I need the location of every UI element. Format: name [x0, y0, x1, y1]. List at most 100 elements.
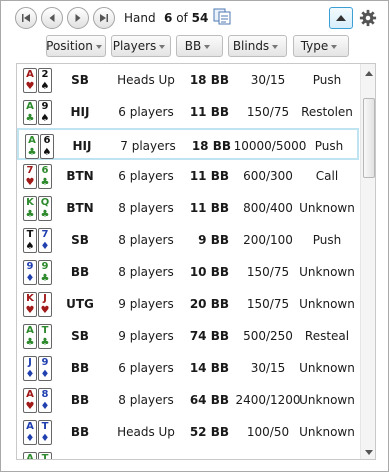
hand-row[interactable]: K ♣ Q ♣ BTN 8 players 11 BB 800/400 Unknown: [17, 192, 359, 224]
hand-stack-bb: 74 BB: [189, 329, 229, 343]
hand-position: BTN: [66, 169, 94, 183]
card-rank: K: [26, 197, 34, 208]
hand-type: Unknown: [299, 425, 355, 439]
card-suit-icon: ♥: [25, 81, 35, 92]
card-suit-icon: ♠: [42, 147, 52, 158]
card-suit-icon: ♣: [40, 337, 50, 348]
card-rank: Q: [40, 197, 50, 208]
playing-card: 9 ♠: [38, 100, 52, 125]
hole-cards: A♣T♣: [23, 452, 52, 460]
card-suit-icon: ♥: [40, 305, 50, 316]
hand-browser-window: Hand 6 of 54 Position Players BB Blinds …: [0, 0, 389, 472]
blinds-filter-dropdown[interactable]: Blinds: [228, 35, 287, 57]
hand-type: Unknown: [299, 265, 355, 279]
hole-cards: K ♥ J ♥: [23, 292, 52, 317]
card-suit-icon: ♠: [25, 241, 35, 252]
hand-row[interactable]: T ♠ 7 ♦ SB 8 players 9 BB 200/100 Push: [17, 224, 359, 256]
hand-row[interactable]: K ♥ J ♥ UTG 9 players 20 BB 150/75 Unknown: [17, 288, 359, 320]
card-rank: 7: [26, 165, 34, 176]
card-suit-icon: ♥: [25, 401, 35, 412]
position-filter-label: Position: [46, 39, 93, 53]
hand-row[interactable]: 7 ♥ 6 ♣ BTN 6 players 11 BB 600/300 Call: [17, 160, 359, 192]
card-rank: J: [28, 357, 32, 368]
hole-cards: 7 ♥ 6 ♣: [23, 164, 52, 189]
playing-card: A ♥: [23, 68, 37, 93]
playing-card: A♣: [25, 134, 39, 159]
hand-row[interactable]: A ♥ 8 ♦ BB 8 players 64 BB 2400/1200 Unknown: [17, 384, 359, 416]
hand-row[interactable]: A ♣ T ♣ SB 9 players 74 BB 500/250 Resteal: [17, 320, 359, 352]
playing-card: T ♠: [23, 228, 37, 253]
playing-card: K ♥: [23, 292, 37, 317]
playing-card: J ♥: [38, 292, 52, 317]
hole-cards: K ♣ Q ♣: [23, 196, 52, 221]
first-hand-button[interactable]: [15, 7, 37, 29]
card-rank: K: [26, 293, 34, 304]
hand-position: BB: [70, 425, 90, 439]
last-hand-button[interactable]: [93, 7, 115, 29]
hand-row[interactable]: A ♦ T ♦ BB Heads Up 52 BB 100/50 Unknown: [17, 416, 359, 448]
hand-counter: 6 of 54: [164, 11, 208, 25]
players-filter-dropdown[interactable]: Players: [111, 35, 171, 57]
card-rank: T: [41, 421, 49, 432]
hole-cards: A ♦ T ♦: [23, 420, 52, 445]
next-hand-button[interactable]: [67, 7, 89, 29]
hand-label: Hand: [124, 11, 156, 25]
hand-row[interactable]: A ♣ 9 ♠ HIJ 6 players 11 BB 150/75 Restolen: [17, 96, 359, 128]
hand-type: Restolen: [301, 105, 353, 119]
hand-row[interactable]: A♣T♣: [17, 448, 359, 460]
card-rank: A: [26, 453, 34, 460]
playing-card: 2 ♠: [38, 68, 52, 93]
hole-cards: A ♥ 2 ♠: [23, 68, 52, 93]
hand-row[interactable]: 9 ♦ 9 ♣ BB 8 players 10 BB 150/75 Unknown: [17, 256, 359, 288]
hand-position: SB: [71, 329, 89, 343]
bb-filter-dropdown[interactable]: BB: [176, 35, 223, 57]
playing-card: A♣: [23, 452, 37, 460]
playing-card: 6 ♣: [38, 164, 52, 189]
playing-card: 9 ♦: [23, 260, 37, 285]
hand-row[interactable]: J ♦ 9 ♦ BB 6 players 14 BB 30/15 Unknown: [17, 352, 359, 384]
card-suit-icon: ♦: [25, 433, 35, 444]
card-suit-icon: ♦: [25, 273, 35, 284]
scroll-thumb[interactable]: [363, 98, 375, 178]
scroll-down-button[interactable]: [362, 445, 375, 459]
card-rank: A: [26, 421, 34, 432]
hand-type: Call: [315, 169, 339, 183]
hand-position: SB: [71, 233, 89, 247]
hand-stack-bb: 11 BB: [189, 169, 229, 183]
blinds-filter-label: Blinds: [232, 39, 270, 53]
card-suit-icon: ♦: [40, 433, 50, 444]
type-filter-dropdown[interactable]: Type: [293, 35, 349, 57]
copy-icon: [213, 8, 231, 25]
type-filter-label: Type: [300, 39, 329, 53]
hand-stack-bb: 11 BB: [189, 201, 229, 215]
skip-last-icon: [100, 14, 108, 22]
hand-type: Unknown: [299, 393, 355, 407]
scroll-up-button[interactable]: [362, 66, 375, 80]
triangle-up-icon: [336, 15, 346, 21]
hand-position: BB: [70, 361, 90, 375]
previous-hand-button[interactable]: [41, 7, 63, 29]
playing-card: A ♦: [23, 420, 37, 445]
bb-filter-label: BB: [184, 39, 202, 53]
hand-row[interactable]: A ♥ 2 ♠ SB Heads Up 18 BB 30/15 Push: [17, 64, 359, 96]
card-rank: T: [41, 453, 49, 460]
hand-row[interactable]: A ♣ 6 ♠ HIJ 7 players 18 BB 10000/5000 Push: [17, 128, 359, 160]
hand-stack-bb: 52 BB: [189, 425, 229, 439]
hand-position: BB: [70, 393, 90, 407]
chevron-right-icon: [75, 14, 81, 22]
card-rank: A: [26, 69, 34, 80]
playing-card: A♣: [23, 100, 37, 125]
caret-down-icon: [95, 45, 102, 49]
collapse-list-button[interactable]: [329, 7, 353, 29]
hand-type: Push: [312, 233, 342, 247]
hand-type: Unknown: [299, 297, 355, 311]
settings-button[interactable]: [358, 8, 378, 28]
card-suit-icon: ♣: [25, 337, 35, 348]
vertical-scrollbar[interactable]: [360, 64, 375, 459]
position-filter-dropdown[interactable]: Position: [46, 35, 106, 57]
hole-cards: 9 ♦ 9 ♣: [23, 260, 52, 285]
card-rank: 6: [43, 135, 51, 146]
copy-button[interactable]: [213, 8, 233, 26]
scroll-up-arrow-icon: [365, 70, 373, 76]
hand-stack-bb: 18 BB: [191, 139, 231, 153]
